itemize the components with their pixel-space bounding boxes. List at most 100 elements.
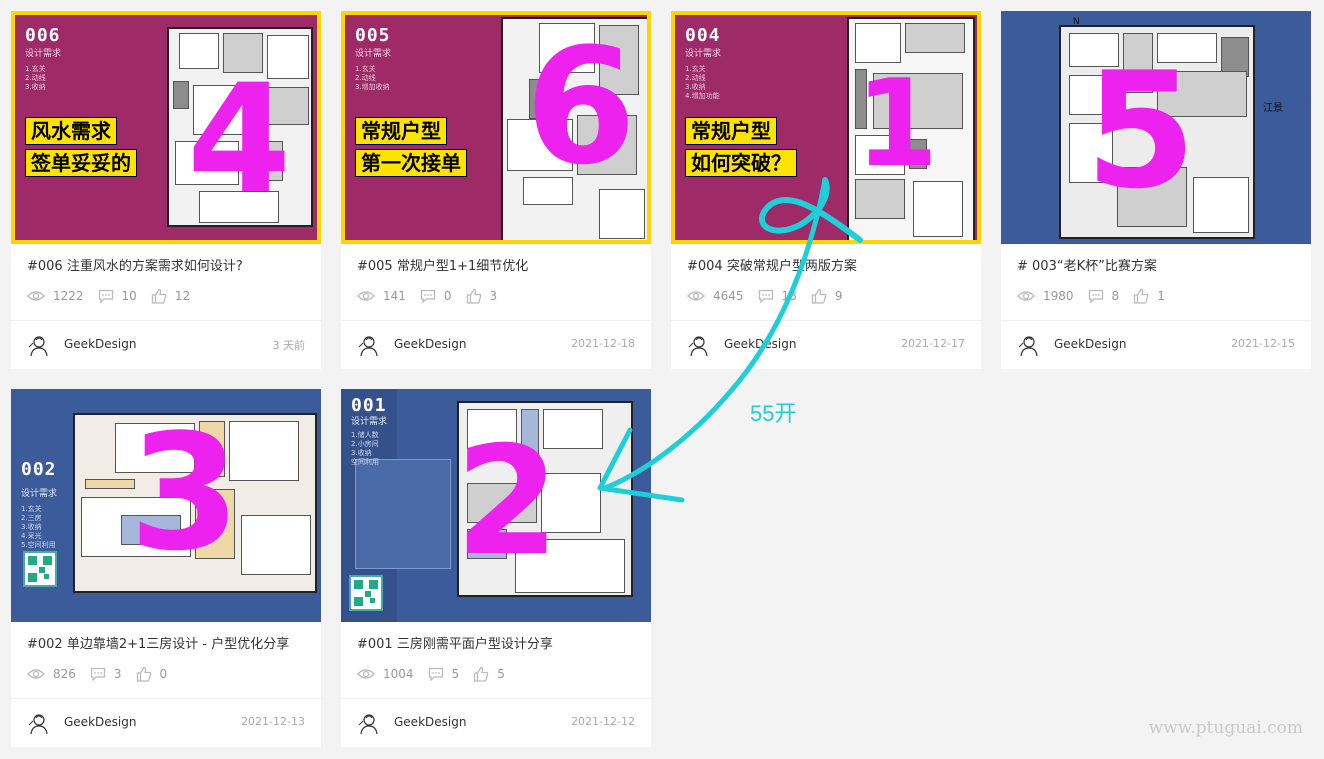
card-title[interactable]: # 003“老K杯”比赛方案 [1017, 255, 1157, 274]
comments-stat: 8 [1088, 289, 1120, 303]
comments-count: 8 [1111, 289, 1120, 303]
likes-stat[interactable]: 3 [466, 288, 498, 304]
publish-date: 3 天前 [272, 339, 306, 352]
card-thumbnail[interactable]: N 江景 5 [1001, 11, 1311, 244]
thumb-label: 江景 [1263, 103, 1283, 114]
card-title[interactable]: #005 常规户型1+1细节优化 [357, 255, 528, 274]
likes-count: 5 [497, 667, 505, 681]
card-footer: GeekDesign 2021-12-17 [671, 321, 981, 369]
comments-count: 0 [443, 289, 452, 303]
card-thumbnail[interactable]: 001 设计需求 1.储人数 2.小房间 3.收纳 空间利用 2 [341, 389, 651, 622]
thumb-badge-2: 签单妥妥的 [25, 149, 137, 177]
comment-icon [420, 289, 436, 303]
views-count: 4645 [713, 289, 744, 303]
author-name[interactable]: GeekDesign [394, 715, 466, 729]
card-title[interactable]: #001 三房刚需平面户型设计分享 [357, 633, 553, 652]
watermark: www.ptuguai.com [1148, 718, 1303, 738]
comments-count: 3 [113, 667, 122, 681]
comment-icon [758, 289, 773, 303]
qr-code-image [349, 575, 383, 611]
likes-stat[interactable]: 0 [136, 666, 168, 682]
comments-stat: 5 [428, 667, 460, 681]
thumb-badge-1: 风水需求 [25, 117, 117, 145]
project-card[interactable]: 006 设计需求 1.玄关 2.动线 3.收纳 风水需求 签单妥妥的 4 #00… [11, 11, 321, 369]
thumb-badge-1: 常规户型 [355, 117, 447, 145]
thumb-code: 006 [25, 25, 61, 46]
views-stat: 141 [357, 289, 406, 303]
comments-stat: 10 [98, 289, 137, 303]
card-title[interactable]: #006 注重风水的方案需求如何设计? [27, 255, 243, 274]
thumb-subtitle: 设计需求 [351, 417, 388, 427]
card-thumbnail[interactable]: 002 设计需求 1.玄关 2.三房 3.收纳 4.采光 5.空间利用 3 [11, 389, 321, 622]
thumbs-up-icon[interactable] [136, 666, 152, 682]
card-footer: GeekDesign 3 天前 [11, 321, 321, 369]
views-stat: 1004 [357, 667, 414, 681]
avatar[interactable] [357, 333, 381, 357]
comments-count: 5 [451, 667, 460, 681]
project-card[interactable]: N 江景 5 # 003“老K杯”比赛方案 1980 8 1 GeekDesig… [1001, 11, 1311, 369]
likes-count: 9 [834, 289, 843, 303]
eye-icon [687, 291, 705, 301]
author-name[interactable]: GeekDesign [64, 715, 136, 729]
likes-count: 0 [159, 667, 168, 681]
eye-icon [27, 291, 45, 301]
thumbs-up-icon[interactable] [811, 288, 827, 304]
comments-count: 10 [121, 289, 137, 303]
project-card[interactable]: 004 设计需求 1.玄关 2.动线 3.收纳 4.增加功能 常规户型 如何突破… [671, 11, 981, 369]
thumbs-up-icon[interactable] [466, 288, 482, 304]
avatar[interactable] [27, 711, 51, 735]
eye-icon [27, 669, 45, 679]
likes-count: 12 [174, 289, 191, 303]
annotation-text: 55开 [750, 401, 797, 426]
thumb-badge-2: 如何突破？ [685, 149, 797, 177]
author-name[interactable]: GeekDesign [1054, 337, 1126, 351]
card-stats: 1004 5 5 [357, 666, 519, 682]
eye-icon [357, 669, 375, 679]
comment-icon [90, 667, 106, 681]
author-name[interactable]: GeekDesign [724, 337, 796, 351]
project-card[interactable]: 002 设计需求 1.玄关 2.三房 3.收纳 4.采光 5.空间利用 3 #0… [11, 389, 321, 747]
card-title[interactable]: #002 单边靠墙2+1三房设计 - 户型优化分享 [27, 633, 289, 652]
views-count: 826 [53, 667, 76, 681]
likes-count: 1 [1157, 289, 1165, 303]
publish-date: 2021-12-13 [241, 715, 305, 728]
card-thumbnail[interactable]: 006 设计需求 1.玄关 2.动线 3.收纳 风水需求 签单妥妥的 4 [11, 11, 321, 244]
project-card[interactable]: 005 设计需求 1.玄关 2.动线 3.增加收纳 常规户型 第一次接单 6 #… [341, 11, 651, 369]
thumb-subtitle: 设计需求 [25, 49, 62, 59]
thumb-lines: 1.储人数 2.小房间 3.收纳 空间利用 [351, 431, 379, 466]
views-count: 1980 [1043, 289, 1074, 303]
views-stat: 1980 [1017, 289, 1074, 303]
card-thumbnail[interactable]: 004 设计需求 1.玄关 2.动线 3.收纳 4.增加功能 常规户型 如何突破… [671, 11, 981, 244]
avatar[interactable] [687, 333, 711, 357]
author-name[interactable]: GeekDesign [64, 337, 136, 351]
qr-code-image [23, 551, 57, 587]
comments-stat: 0 [420, 289, 452, 303]
comments-stat: 3 [90, 667, 122, 681]
card-title[interactable]: #004 突破常规户型两版方案 [687, 255, 857, 274]
floor-plan-image [501, 17, 647, 240]
likes-stat[interactable]: 1 [1133, 288, 1165, 304]
views-stat: 826 [27, 667, 76, 681]
floor-plan-image [73, 413, 317, 593]
thumb-subtitle: 设计需求 [355, 49, 392, 59]
floor-plan-image [847, 17, 975, 240]
card-thumbnail[interactable]: 005 设计需求 1.玄关 2.动线 3.增加收纳 常规户型 第一次接单 6 [341, 11, 651, 244]
avatar[interactable] [1017, 333, 1041, 357]
minor-plan-image [355, 459, 451, 569]
thumb-code: 005 [355, 25, 391, 46]
north-marker: N [1073, 17, 1080, 27]
likes-stat[interactable]: 9 [811, 288, 843, 304]
likes-stat[interactable]: 12 [151, 288, 190, 304]
thumbs-up-icon[interactable] [151, 288, 167, 304]
views-count: 1004 [383, 667, 414, 681]
thumbs-up-icon[interactable] [1133, 288, 1149, 304]
likes-count: 3 [489, 289, 498, 303]
views-stat: 1222 [27, 289, 84, 303]
avatar[interactable] [27, 333, 51, 357]
author-name[interactable]: GeekDesign [394, 337, 466, 351]
likes-stat[interactable]: 5 [473, 666, 505, 682]
avatar[interactable] [357, 711, 381, 735]
thumbs-up-icon[interactable] [473, 666, 489, 682]
comments-stat: 18 [758, 289, 797, 303]
project-card[interactable]: 001 设计需求 1.储人数 2.小房间 3.收纳 空间利用 2 #001 三房… [341, 389, 651, 747]
